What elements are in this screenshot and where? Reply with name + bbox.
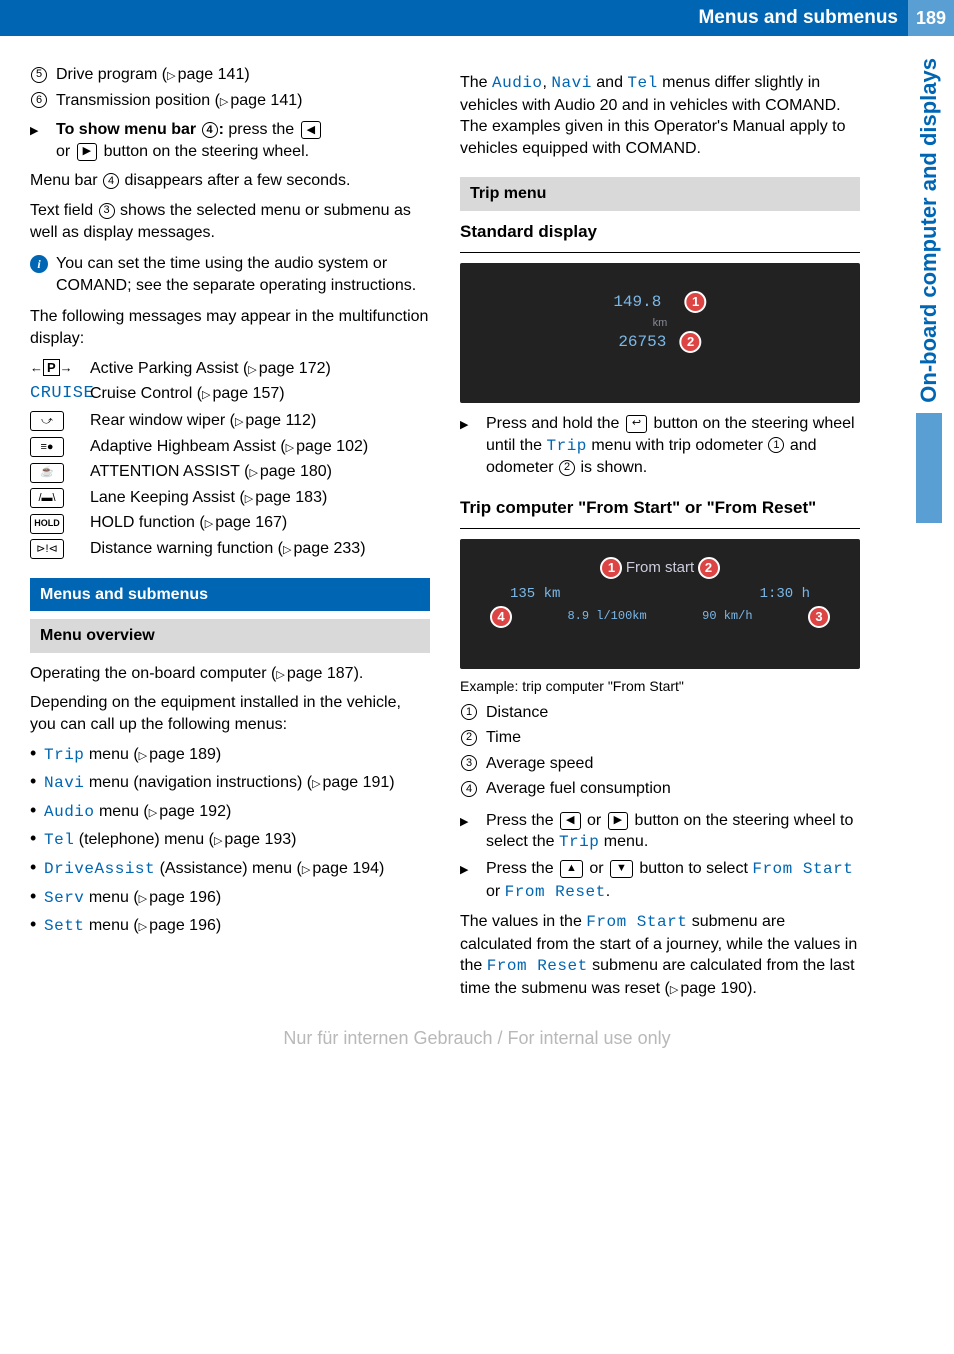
list-item: 6 Transmission position (page 141) (30, 90, 430, 112)
triangle-bullet-icon (460, 858, 486, 903)
display-screenshot-standard: 149.8 1 km 26753 2 (460, 263, 860, 403)
list-item: 4Average fuel consumption (460, 778, 860, 800)
page-number: 189 (908, 0, 954, 36)
heading: Standard display (460, 221, 860, 244)
list-item: 5 Drive program (page 141) (30, 64, 430, 86)
distance-warning-icon: ⊳!⊲ (30, 539, 64, 559)
body-text: Depending on the equipment installed in … (30, 692, 430, 735)
legend-list: 1Distance 2Time 3Average speed 4Average … (460, 702, 860, 800)
list-item: ☕ ATTENTION ASSIST (page 180) (30, 461, 430, 483)
watermark-text: Nur für internen Gebrauch / For internal… (30, 1028, 924, 1049)
subsection-heading: Trip menu (460, 177, 860, 211)
parking-assist-icon: ←P→ (30, 359, 73, 376)
down-arrow-icon: ▼ (610, 860, 633, 878)
rear-wiper-icon: ⤻ (30, 411, 64, 431)
list-item: 3Average speed (460, 753, 860, 775)
list-item: Serv menu (page 196) (30, 887, 430, 910)
highbeam-icon: ≡● (30, 437, 64, 457)
body-text: Operating the on-board computer (page 18… (30, 663, 430, 685)
list-item: Audio menu (page 192) (30, 801, 430, 824)
header-title: Menus and submenus (698, 7, 908, 29)
left-arrow-icon: ◀ (301, 121, 321, 139)
list-item: Sett menu (page 196) (30, 915, 430, 938)
back-icon: ↩ (626, 415, 647, 433)
image-caption: Example: trip computer "From Start" (460, 677, 860, 696)
status-icon-list: ←P→ Active Parking Assist (page 172) CRU… (30, 358, 430, 560)
body-text: The values in the From Start submenu are… (460, 911, 860, 999)
list-item: Trip menu (page 189) (30, 744, 430, 767)
left-column: 5 Drive program (page 141) 6 Transmissio… (30, 64, 430, 1008)
triangle-bullet-icon (460, 810, 486, 854)
right-arrow-icon: ▶ (608, 812, 628, 830)
instruction-row: Press the ◀ or ▶ button on the steering … (460, 810, 860, 854)
attention-assist-icon: ☕ (30, 463, 64, 483)
body-text: Text field 3 shows the selected menu or … (30, 200, 430, 243)
divider (460, 528, 860, 529)
circled-number: 5 (31, 67, 47, 83)
lane-assist-icon: /▬\ (30, 488, 64, 508)
cruise-label: CRUISE (30, 384, 94, 403)
list-item: ⊳!⊲ Distance warning function (page 233) (30, 538, 430, 560)
circled-number: 6 (31, 92, 47, 108)
instruction-row: To show menu bar 4: press the ◀ or ▶ but… (30, 119, 430, 162)
display-screenshot-from-start: 1 From start 2 135 km 1:30 h 4 8.9 l/100… (460, 539, 860, 669)
instruction-row: Press and hold the ↩ button on the steer… (460, 413, 860, 479)
list-item: Navi menu (navigation instructions) (pag… (30, 772, 430, 795)
list-item: 1Distance (460, 702, 860, 724)
subsection-heading: Menu overview (30, 619, 430, 653)
right-column: The Audio, Navi and Tel menus differ sli… (460, 64, 860, 1008)
page-header: Menus and submenus 189 (0, 0, 954, 36)
heading: Trip computer "From Start" or "From Rese… (460, 497, 860, 520)
left-arrow-icon: ◀ (560, 812, 580, 830)
instruction-row: Press the ▲ or ▼ button to select From S… (460, 858, 860, 903)
right-arrow-icon: ▶ (77, 143, 97, 161)
body-text: The following messages may appear in the… (30, 306, 430, 349)
list-item: ⤻ Rear window wiper (page 112) (30, 410, 430, 432)
info-note: i You can set the time using the audio s… (30, 253, 430, 296)
list-item: ←P→ Active Parking Assist (page 172) (30, 358, 430, 380)
list-item: Tel (telephone) menu (page 193) (30, 829, 430, 852)
list-item: DriveAssist (Assistance) menu (page 194) (30, 858, 430, 881)
menu-list: Trip menu (page 189) Navi menu (navigati… (30, 744, 430, 938)
body-text: The Audio, Navi and Tel menus differ sli… (460, 72, 860, 159)
list-item: 2Time (460, 727, 860, 749)
list-item: CRUISE Cruise Control (page 157) (30, 383, 430, 406)
list-item: /▬\ Lane Keeping Assist (page 183) (30, 487, 430, 509)
body-text: Menu bar 4 disappears after a few second… (30, 170, 430, 192)
divider (460, 252, 860, 253)
list-item: HOLD HOLD function (page 167) (30, 512, 430, 534)
list-item: ≡● Adaptive Highbeam Assist (page 102) (30, 436, 430, 458)
triangle-bullet-icon (30, 119, 56, 162)
hold-icon: HOLD (30, 514, 64, 534)
section-heading: Menus and submenus (30, 578, 430, 612)
info-icon: i (30, 255, 48, 273)
up-arrow-icon: ▲ (560, 860, 583, 878)
triangle-bullet-icon (460, 413, 486, 479)
